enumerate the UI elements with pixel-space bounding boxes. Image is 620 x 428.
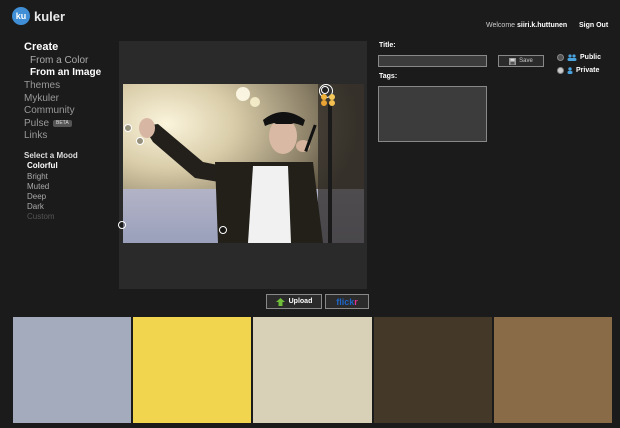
- public-option[interactable]: Public: [557, 54, 601, 61]
- sign-out-link[interactable]: Sign Out: [579, 22, 608, 29]
- save-button[interactable]: Save: [498, 55, 544, 67]
- nav-pulse-label: Pulse: [24, 118, 50, 129]
- tags-label: Tags:: [379, 73, 398, 80]
- swatch-4[interactable]: [373, 317, 492, 423]
- swatch-3[interactable]: [253, 317, 372, 423]
- mood-colorful[interactable]: Colorful: [27, 161, 58, 170]
- save-disk-icon: [509, 57, 517, 65]
- private-option[interactable]: Private: [557, 67, 599, 74]
- palette-dots-icon[interactable]: [321, 93, 337, 106]
- nav-mykuler[interactable]: Mykuler: [24, 93, 59, 104]
- source-photo[interactable]: [123, 84, 364, 243]
- upload-label: Upload: [288, 298, 313, 305]
- concert-photo-image: [123, 84, 364, 243]
- color-picker-1[interactable]: [124, 124, 132, 132]
- public-group-icon: [567, 54, 577, 61]
- welcome-message: Welcome siiri.k.huttunen: [486, 22, 567, 29]
- beta-badge: BETA: [53, 119, 72, 127]
- save-label: Save: [519, 58, 533, 64]
- username: siiri.k.huttunen: [517, 22, 568, 29]
- flickr-button[interactable]: flickr: [325, 294, 369, 309]
- swatch-5[interactable]: [493, 317, 613, 423]
- nav-links[interactable]: Links: [24, 130, 47, 141]
- app-title[interactable]: kuler: [34, 9, 65, 24]
- nav-from-an-image[interactable]: From an Image: [30, 67, 101, 78]
- nav-create[interactable]: Create: [24, 41, 58, 53]
- upload-arrow-icon: [275, 297, 285, 306]
- color-palette: [13, 317, 613, 423]
- mood-dark[interactable]: Dark: [27, 202, 44, 211]
- mood-custom[interactable]: Custom: [27, 212, 55, 221]
- title-input[interactable]: [378, 55, 487, 67]
- color-picker-2[interactable]: [136, 137, 144, 145]
- mood-title: Select a Mood: [24, 151, 78, 160]
- nav-from-a-color[interactable]: From a Color: [30, 55, 88, 66]
- mood-deep[interactable]: Deep: [27, 192, 46, 201]
- tags-input[interactable]: [378, 86, 487, 142]
- private-label: Private: [576, 67, 600, 74]
- mood-bright[interactable]: Bright: [27, 172, 48, 181]
- private-user-icon: [567, 67, 573, 74]
- title-label: Title:: [379, 42, 396, 49]
- public-label: Public: [580, 54, 602, 61]
- color-picker-3[interactable]: [118, 221, 126, 229]
- swatch-2[interactable]: [133, 317, 252, 423]
- public-radio[interactable]: [557, 54, 564, 61]
- nav-pulse[interactable]: Pulse BETA: [24, 118, 72, 129]
- private-radio[interactable]: [557, 67, 564, 74]
- color-picker-4[interactable]: [219, 226, 227, 234]
- upload-button[interactable]: Upload: [266, 294, 322, 309]
- mood-muted[interactable]: Muted: [27, 182, 49, 191]
- color-picker-5[interactable]: [321, 86, 329, 94]
- nav-community[interactable]: Community: [24, 105, 75, 116]
- nav-themes[interactable]: Themes: [24, 80, 60, 91]
- flickr-logo: flickr: [336, 296, 358, 307]
- swatch-1[interactable]: [13, 317, 132, 423]
- kuler-logo-icon[interactable]: ku: [12, 7, 30, 25]
- welcome-prefix: Welcome: [486, 22, 516, 29]
